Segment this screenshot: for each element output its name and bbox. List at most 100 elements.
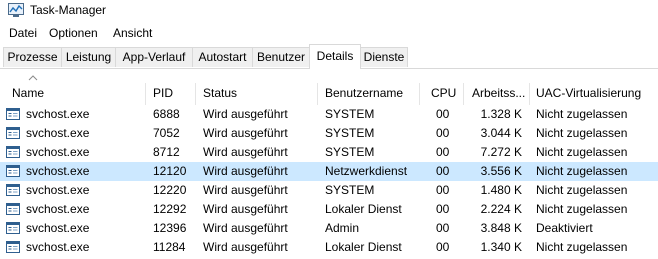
tab-leistung[interactable]: Leistung [61, 47, 116, 67]
tab-prozesse[interactable]: Prozesse [3, 47, 62, 67]
cell-username: SYSTEM [325, 183, 375, 197]
table-row[interactable]: svchost.exe 12396 Wird ausgeführt Admin 00 3.… [0, 219, 658, 238]
cell-pid: 12120 [153, 164, 187, 178]
table-row[interactable]: svchost.exe 12220 Wird ausgeführt SYSTEM 00 1… [0, 181, 658, 200]
column-divider[interactable] [419, 83, 420, 105]
menu-ansicht[interactable]: Ansicht [112, 26, 153, 40]
cell-username: SYSTEM [325, 145, 375, 159]
cell-cpu: 00 [436, 240, 450, 254]
table-row[interactable]: svchost.exe 8712 Wird ausgeführt SYSTEM 00 7.… [0, 143, 658, 162]
process-window-icon [6, 146, 20, 158]
cell-cpu: 00 [436, 183, 450, 197]
menu-optionen[interactable]: Optionen [48, 26, 99, 40]
title-bar: Task-Manager [0, 0, 658, 22]
menu-bar: Datei Optionen Ansicht [0, 23, 658, 43]
process-window-icon [6, 203, 20, 215]
chevron-up-icon[interactable] [28, 75, 38, 81]
cell-pid: 11284 [153, 240, 186, 254]
cell-working-set: 3.848 K [480, 221, 522, 235]
cell-working-set: 1.328 K [480, 107, 522, 121]
process-details-table: Name PID Status Benutzername CPU Arbeits… [0, 75, 658, 259]
cell-name: svchost.exe [26, 164, 90, 178]
tab-dienste[interactable]: Dienste [360, 47, 408, 67]
column-header-username[interactable]: Benutzername [325, 83, 415, 105]
cell-status: Wird ausgeführt [203, 107, 288, 121]
cell-status: Wird ausgeführt [203, 183, 288, 197]
table-row[interactable]: svchost.exe 12292 Wird ausgeführt Lokaler D… [0, 200, 658, 219]
column-header-status[interactable]: Status [203, 83, 313, 105]
cell-pid: 12396 [153, 221, 187, 235]
tab-benutzer[interactable]: Benutzer [252, 47, 310, 67]
tab-details[interactable]: Details [309, 44, 361, 69]
cell-name: svchost.exe [26, 107, 90, 121]
cell-name: svchost.exe [26, 202, 90, 216]
cell-working-set: 2.224 K [480, 202, 522, 216]
cell-cpu: 00 [436, 164, 450, 178]
cell-cpu: 00 [436, 202, 450, 216]
cell-name: svchost.exe [26, 240, 90, 254]
column-divider[interactable] [145, 83, 146, 105]
tab-strip: Prozesse Leistung App-Verlauf Autostart … [0, 43, 658, 69]
window-title: Task-Manager [30, 3, 107, 17]
cell-uac-virtualization: Nicht zugelassen [536, 183, 628, 197]
process-window-icon [6, 108, 20, 120]
process-window-icon [6, 165, 20, 177]
cell-working-set: 1.340 K [480, 240, 522, 254]
column-divider[interactable] [195, 83, 196, 105]
cell-uac-virtualization: Nicht zugelassen [536, 126, 628, 140]
cell-uac-virtualization: Deaktiviert [536, 221, 593, 235]
process-window-icon [6, 222, 20, 234]
column-header-name[interactable]: Name [12, 83, 144, 105]
cell-cpu: 00 [436, 107, 450, 121]
cell-name: svchost.exe [26, 126, 90, 140]
cell-working-set: 3.044 K [480, 126, 522, 140]
cell-cpu: 00 [436, 126, 450, 140]
table-row[interactable]: svchost.exe 7052 Wird ausgeführt SYSTEM 00 3.… [0, 124, 658, 143]
process-window-icon [6, 184, 20, 196]
cell-uac-virtualization: Nicht zugelassen [536, 145, 628, 159]
cell-username: Netzwerkdienst [325, 164, 408, 178]
table-row[interactable]: svchost.exe 11284 Wird ausgeführt Lokaler D… [0, 238, 658, 257]
cell-username: SYSTEM [325, 126, 375, 140]
cell-username: Lokaler Dienst [325, 202, 402, 216]
cell-pid: 8712 [153, 145, 180, 159]
cell-pid: 12292 [153, 202, 187, 216]
column-header-pid[interactable]: PID [153, 83, 193, 105]
cell-working-set: 3.556 K [480, 164, 522, 178]
cell-uac-virtualization: Nicht zugelassen [536, 202, 628, 216]
cell-cpu: 00 [436, 221, 450, 235]
process-window-icon [6, 241, 20, 253]
cell-status: Wird ausgeführt [203, 202, 288, 216]
table-row-selected[interactable]: svchost.exe 12120 Wird ausgeführt Netzwerkd… [0, 162, 658, 181]
cell-uac-virtualization: Nicht zugelassen [536, 164, 628, 178]
cell-status: Wird ausgeführt [203, 145, 288, 159]
cell-status: Wird ausgeführt [203, 221, 288, 235]
cell-username: Lokaler Dienst [325, 240, 402, 254]
menu-datei[interactable]: Datei [8, 26, 38, 40]
column-divider[interactable] [317, 83, 318, 105]
task-manager-icon [8, 3, 24, 17]
cell-name: svchost.exe [26, 183, 90, 197]
column-header-cpu[interactable]: CPU [431, 83, 459, 105]
cell-pid: 6888 [153, 107, 180, 121]
cell-status: Wird ausgeführt [203, 164, 288, 178]
column-header-uac-virtualization[interactable]: UAC-Virtualisierung [536, 83, 656, 105]
column-divider[interactable] [463, 83, 464, 105]
cell-username: Admin [325, 221, 360, 235]
cell-username: SYSTEM [325, 107, 375, 121]
cell-status: Wird ausgeführt [203, 126, 288, 140]
table-header: Name PID Status Benutzername CPU Arbeits… [0, 75, 658, 105]
column-header-working-set[interactable]: Arbeitss... [472, 83, 528, 105]
column-divider[interactable] [529, 83, 530, 105]
cell-pid: 7052 [153, 126, 180, 140]
process-window-icon [6, 127, 20, 139]
cell-uac-virtualization: Nicht zugelassen [536, 107, 628, 121]
tab-autostart[interactable]: Autostart [192, 47, 253, 67]
cell-name: svchost.exe [26, 221, 90, 235]
cell-name: svchost.exe [26, 145, 90, 159]
cell-working-set: 7.272 K [480, 145, 522, 159]
table-row[interactable]: svchost.exe 6888 Wird ausgeführt SYSTEM 00 1.… [0, 105, 658, 124]
cell-working-set: 1.480 K [480, 183, 522, 197]
cell-uac-virtualization: Nicht zugelassen [536, 240, 628, 254]
tab-app-verlauf[interactable]: App-Verlauf [115, 47, 193, 67]
